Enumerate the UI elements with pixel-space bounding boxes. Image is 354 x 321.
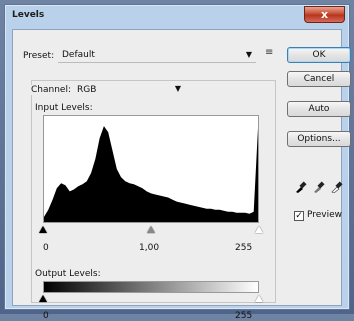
output-black-point-handle[interactable] [39,295,47,302]
list-menu-icon[interactable]: ≡ [265,47,273,58]
output-black-value[interactable]: 0 [43,311,49,321]
output-levels-slider[interactable] [39,295,263,303]
input-black-value[interactable]: 0 [43,243,49,253]
output-white-value[interactable]: 255 [235,311,252,321]
white-eyedropper-icon[interactable] [331,179,343,194]
input-levels-slider[interactable] [39,226,263,234]
preview-checkbox[interactable]: ✓ [294,211,304,221]
histogram-area [44,126,258,222]
input-gamma-value[interactable]: 1,00 [139,243,159,253]
input-white-point-handle[interactable] [255,226,263,233]
gray-eyedropper-icon[interactable] [313,179,325,193]
output-white-point-handle[interactable] [255,295,263,302]
options-button[interactable]: Options... [287,131,351,147]
preview-label: Preview [307,210,343,220]
dialog-body: Preset: Default ▼ ≡ Channel: RGB ▼ Input… [12,29,351,321]
preset-value: Default [62,50,95,60]
chevron-down-icon: ▼ [174,84,181,93]
checkmark-icon: ✓ [295,211,303,221]
histogram [43,115,259,223]
ok-button[interactable]: OK [287,47,351,63]
auto-button[interactable]: Auto [287,101,351,117]
input-black-point-handle[interactable] [39,226,47,233]
input-gamma-handle[interactable] [147,226,155,233]
chevron-down-icon: ▼ [245,50,252,59]
title-bar[interactable]: Levels x [5,5,349,27]
input-white-value[interactable]: 255 [235,243,252,253]
preset-label: Preset: [23,51,55,61]
channel-select[interactable]: RGB ▼ [73,82,183,96]
black-eyedropper-icon[interactable] [295,179,307,193]
output-levels-label: Output Levels: [35,269,101,279]
channel-label: Channel: [29,85,73,95]
preset-select[interactable]: Default ▼ [58,47,256,63]
close-button[interactable]: x [304,6,345,23]
channel-value: RGB [77,85,97,95]
close-icon: x [320,8,329,21]
input-levels-label: Input Levels: [35,103,93,113]
histogram-graph [44,126,258,222]
cancel-button[interactable]: Cancel [287,71,351,87]
output-gradient-bar [43,281,259,293]
window-title: Levels [12,10,45,20]
levels-dialog: Levels x Preset: Default ▼ ≡ Channel: RG… [4,4,351,321]
